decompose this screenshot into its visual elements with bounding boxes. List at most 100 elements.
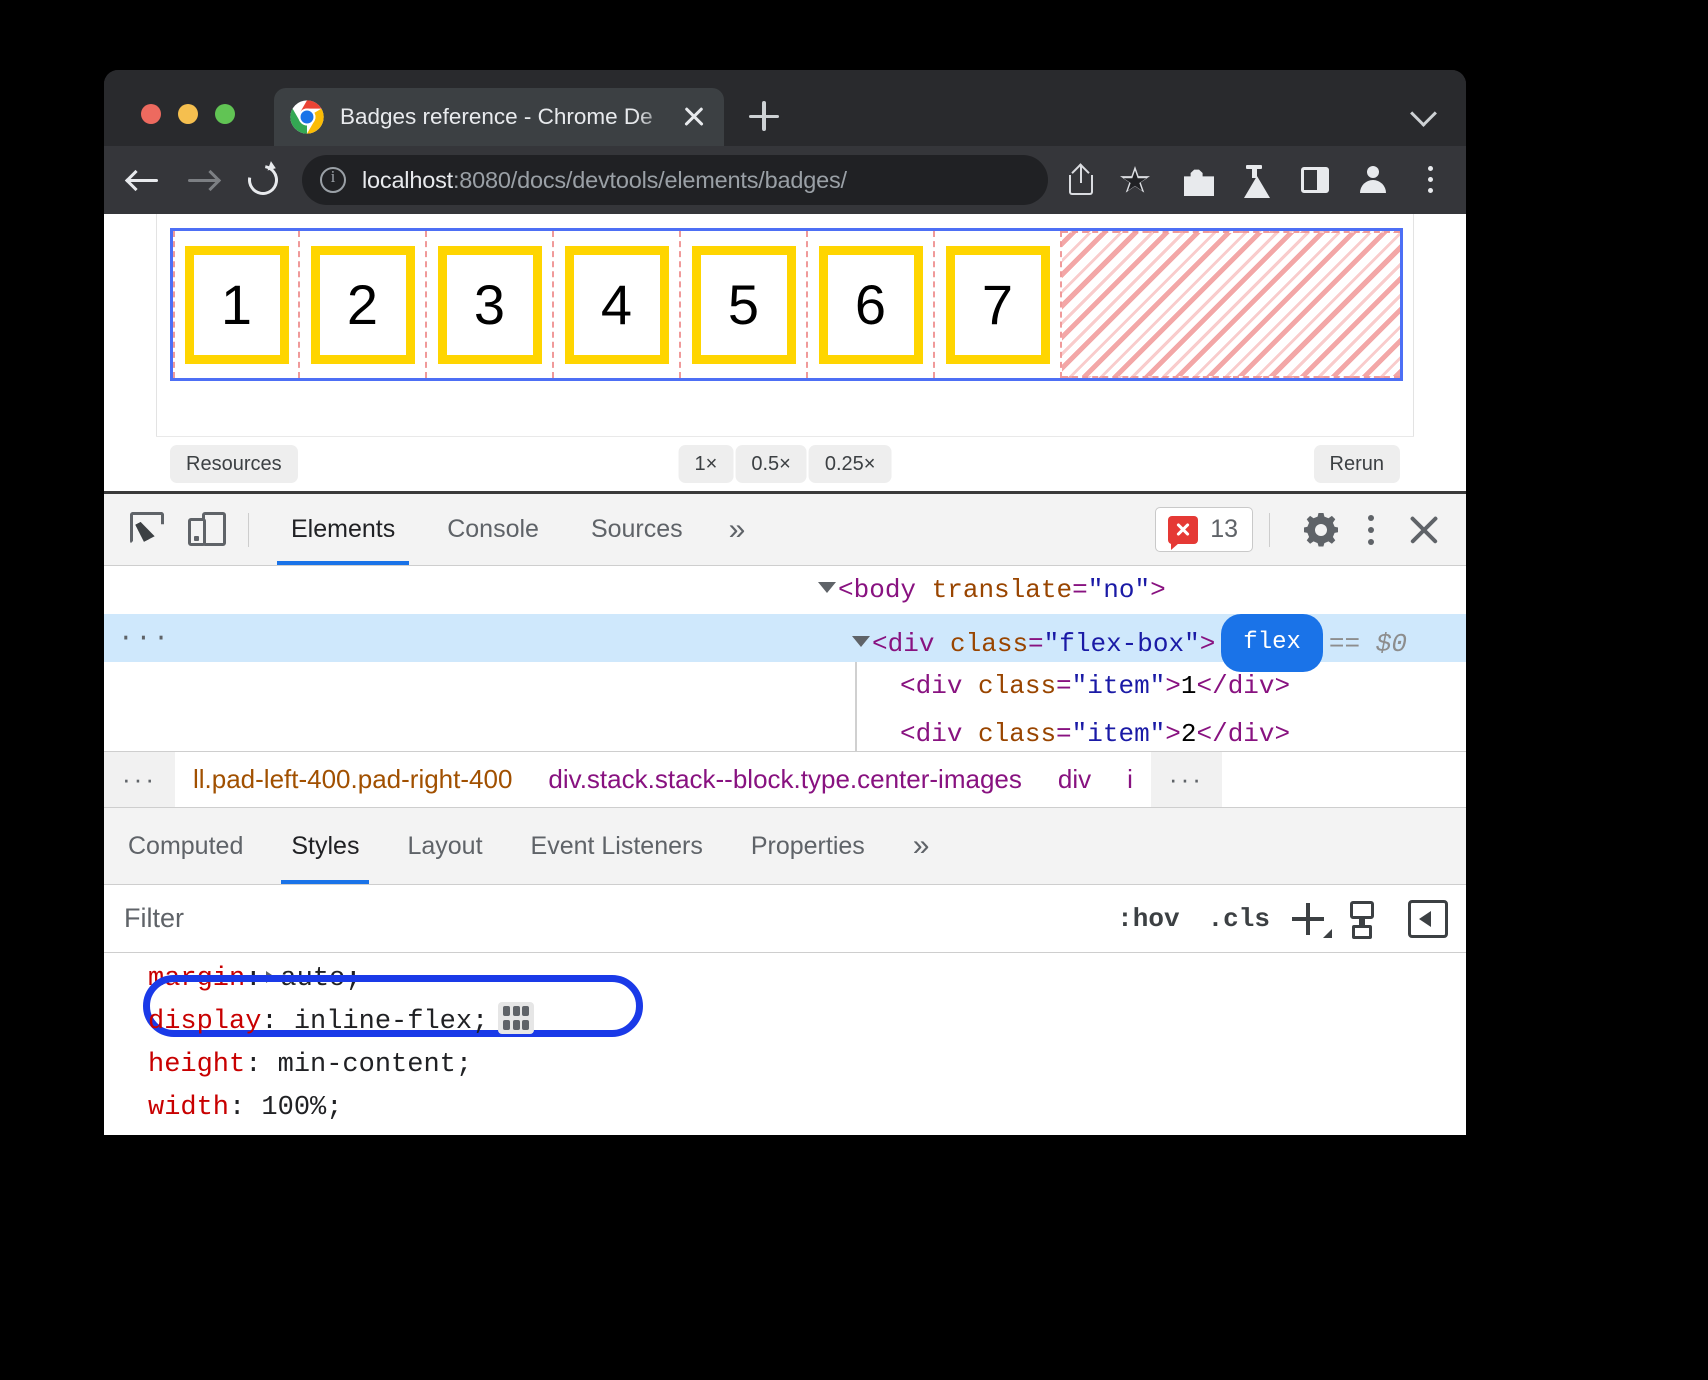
styles-pane-tabs: Computed Styles Layout Event Listeners P… (104, 807, 1466, 885)
css-property-value[interactable]: auto; (280, 964, 361, 994)
dom-open-bracket: < (900, 719, 916, 749)
dom-attr-value: "item" (1072, 719, 1166, 749)
flex-item-cell: 3 (427, 231, 554, 378)
error-count-badge[interactable]: 13 (1155, 507, 1253, 552)
dom-attr-value: "item" (1072, 671, 1166, 701)
dom-close-bracket: > (1165, 719, 1181, 749)
flex-item: 6 (819, 246, 923, 364)
forward-button[interactable] (182, 159, 224, 201)
more-tabs-icon[interactable]: » (709, 494, 766, 565)
tab-elements[interactable]: Elements (265, 494, 421, 565)
tab-layout[interactable]: Layout (383, 808, 506, 884)
breadcrumb-item[interactable]: ll.pad-left-400.pad-right-400 (175, 764, 530, 795)
css-rules-list: margin:auto; display: inline-flex; heigh… (104, 953, 1466, 1123)
close-tab-icon[interactable] (680, 103, 708, 131)
zoom-0.5x-button[interactable]: 0.5× (735, 445, 806, 483)
dom-close-bracket: > (1165, 671, 1181, 701)
expand-shorthand-icon[interactable] (266, 971, 275, 983)
css-declaration-margin[interactable]: margin:auto; (104, 958, 1466, 1001)
dom-row-flexbox[interactable]: ···<div class="flex-box">flex== $0 (104, 614, 1466, 662)
flex-item: 2 (311, 246, 415, 364)
zoom-1x-button[interactable]: 1× (679, 445, 734, 483)
dom-attr-value: "no" (1088, 575, 1150, 605)
dom-row-ellipsis[interactable]: ··· (118, 614, 171, 662)
back-button[interactable] (122, 159, 164, 201)
dom-text-node: 1 (1181, 671, 1197, 701)
more-styles-tabs-icon[interactable]: » (889, 808, 954, 884)
tab-properties[interactable]: Properties (727, 808, 889, 884)
css-declaration-width[interactable]: width: 100%; (104, 1087, 1466, 1123)
dom-attr-eq: = (1072, 575, 1088, 605)
dom-attr-name: class (950, 629, 1028, 659)
extensions-puzzle-icon[interactable] (1170, 156, 1228, 204)
css-property-value[interactable]: min-content; (278, 1050, 472, 1080)
breadcrumb-item[interactable]: div (1040, 764, 1109, 795)
dom-row-body[interactable]: <body translate="no"> (104, 566, 1466, 614)
inspect-element-icon[interactable] (122, 506, 174, 554)
css-property-value[interactable]: 100%; (261, 1093, 342, 1123)
hov-toggle[interactable]: :hov (1103, 904, 1193, 934)
free-space-hatch (1062, 231, 1400, 378)
page-viewport: 1 2 3 4 5 6 (104, 214, 1466, 491)
tab-event-listeners[interactable]: Event Listeners (507, 808, 727, 884)
chevron-down-icon[interactable] (1412, 102, 1436, 126)
devtools-toolbar-right: 13 (1155, 494, 1450, 565)
tab-computed[interactable]: Computed (104, 808, 267, 884)
dom-row-item-1[interactable]: <div class="item">1</div> (104, 662, 1466, 710)
cls-toggle[interactable]: .cls (1194, 904, 1284, 934)
dom-open-bracket: < (872, 629, 888, 659)
filter-input[interactable]: Filter (124, 903, 184, 934)
toolbar-divider (1269, 513, 1270, 547)
css-property-name: margin (148, 964, 245, 994)
tab-sources[interactable]: Sources (565, 494, 709, 565)
browser-tab[interactable]: Badges reference - Chrome De (274, 88, 724, 146)
new-style-rule-icon[interactable] (1340, 895, 1392, 943)
css-declaration-height[interactable]: height: min-content; (104, 1044, 1466, 1087)
window-close-button[interactable] (141, 104, 161, 124)
new-rule-plus-icon[interactable] (1284, 896, 1334, 942)
browser-menu-icon[interactable] (1402, 156, 1460, 204)
tab-styles[interactable]: Styles (267, 808, 383, 884)
rerun-button[interactable]: Rerun (1314, 445, 1400, 483)
css-colon: : (245, 1050, 261, 1080)
close-devtools-icon[interactable] (1404, 510, 1444, 550)
side-panel-icon[interactable] (1286, 156, 1344, 204)
breadcrumb-item[interactable]: div.stack.stack--block.type.center-image… (530, 764, 1039, 795)
breadcrumb-item[interactable]: i (1109, 764, 1151, 795)
profile-avatar-icon[interactable] (1344, 156, 1402, 204)
gear-icon[interactable] (1304, 513, 1338, 547)
new-tab-button[interactable] (744, 96, 784, 136)
css-declaration-display[interactable]: display: inline-flex; (104, 1001, 1466, 1044)
labs-flask-icon[interactable] (1228, 156, 1286, 204)
devtools-toolbar: Elements Console Sources » 13 (104, 494, 1466, 566)
sidebar-toggle-icon[interactable] (1402, 895, 1454, 943)
share-icon[interactable] (1062, 161, 1100, 199)
device-toolbar-icon[interactable] (180, 506, 232, 554)
address-bar[interactable]: localhost:8080/docs/devtools/elements/ba… (302, 155, 1048, 205)
dom-tag-name: body (854, 575, 916, 605)
css-property-name: display (148, 1007, 261, 1037)
filter-tools: :hov .cls (1103, 885, 1454, 952)
tab-title: Badges reference - Chrome De (340, 104, 676, 130)
reload-button[interactable] (242, 159, 284, 201)
window-minimize-button[interactable] (178, 104, 198, 124)
expand-triangle-icon[interactable] (852, 636, 870, 647)
resources-button[interactable]: Resources (170, 445, 298, 483)
window-zoom-button[interactable] (215, 104, 235, 124)
dom-attr-eq: = (1056, 671, 1072, 701)
breadcrumb-overflow-right[interactable]: ··· (1151, 752, 1222, 807)
css-property-name: height (148, 1050, 245, 1080)
expand-triangle-icon[interactable] (818, 582, 836, 593)
tab-console[interactable]: Console (421, 494, 565, 565)
more-options-icon[interactable] (1356, 510, 1386, 550)
zoom-0.25x-button[interactable]: 0.25× (809, 445, 892, 483)
dom-selected-ref: == $0 (1329, 629, 1407, 659)
site-info-icon[interactable] (320, 167, 346, 193)
flex-item: 1 (185, 246, 289, 364)
css-property-value[interactable]: inline-flex; (294, 1007, 488, 1037)
breadcrumb-overflow-left[interactable]: ··· (104, 752, 175, 807)
dom-row-item-2[interactable]: <div class="item">2</div> (104, 710, 1466, 751)
flex-editor-icon[interactable] (498, 1002, 534, 1034)
bookmark-star-icon[interactable] (1116, 161, 1154, 199)
url-host: localhost (362, 167, 453, 193)
